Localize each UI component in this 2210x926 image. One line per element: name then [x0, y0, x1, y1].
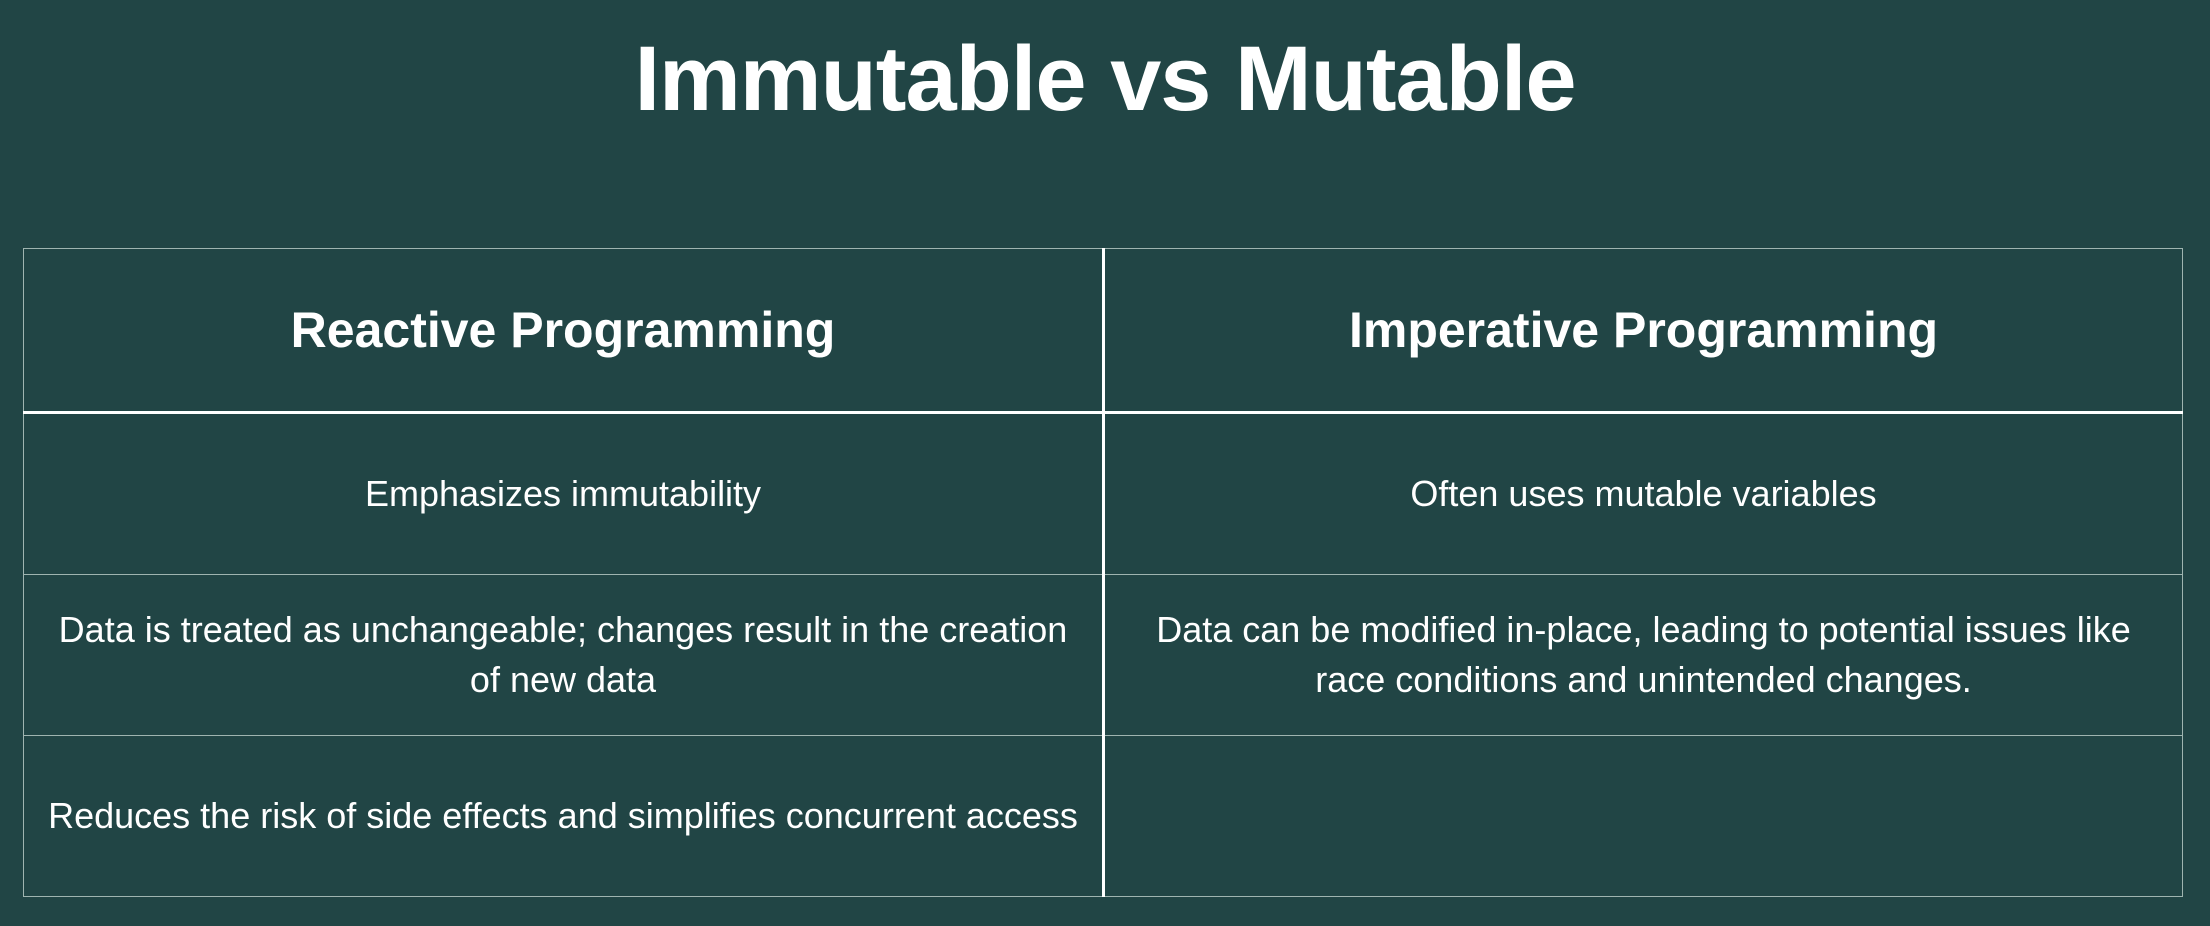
table-cell-empty	[1103, 735, 2183, 897]
table-cell: Reduces the risk of side effects and sim…	[23, 735, 1105, 897]
slide-title: Immutable vs Mutable	[634, 28, 1576, 130]
table-row: Data is treated as unchangeable; changes…	[23, 574, 2183, 736]
comparison-table: Reactive Programming Imperative Programm…	[23, 248, 2183, 897]
table-cell: Data can be modified in-place, leading t…	[1103, 574, 2183, 736]
header-imperative-programming: Imperative Programming	[1103, 248, 2183, 414]
table-header-row: Reactive Programming Imperative Programm…	[23, 248, 2183, 414]
table-row: Emphasizes immutability Often uses mutab…	[23, 412, 2183, 575]
header-reactive-programming: Reactive Programming	[23, 248, 1105, 414]
table-cell: Emphasizes immutability	[23, 412, 1105, 575]
table-cell: Often uses mutable variables	[1103, 412, 2183, 575]
table-row: Reduces the risk of side effects and sim…	[23, 735, 2183, 897]
table-cell: Data is treated as unchangeable; changes…	[23, 574, 1105, 736]
